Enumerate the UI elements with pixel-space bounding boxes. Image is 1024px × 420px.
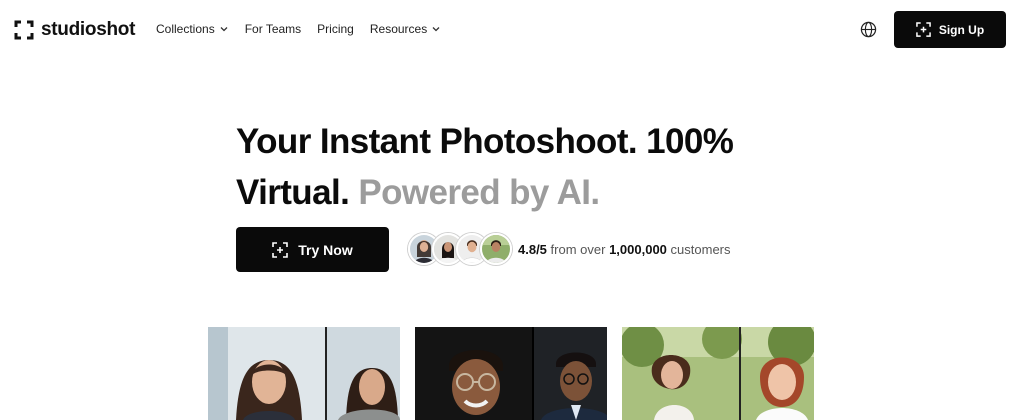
sign-up-label: Sign Up — [938, 22, 985, 37]
viewfinder-logo-icon — [14, 20, 34, 40]
nav-item-label: Collections — [156, 22, 215, 36]
customer-count: 1,000,000 — [609, 242, 667, 257]
rating-summary: 4.8/5 from over 1,000,000 customers — [518, 242, 731, 257]
headshot-example-card — [208, 327, 400, 420]
nav-item-label: For Teams — [244, 22, 302, 36]
brand-logo[interactable]: studioshot — [14, 19, 135, 41]
headline-secondary: Powered by AI. — [358, 173, 600, 212]
avatar — [480, 233, 512, 265]
hero-headline: Your Instant Photoshoot. 100% Virtual. P… — [236, 116, 796, 218]
nav-item-resources[interactable]: Resources — [370, 22, 441, 36]
brand-name: studioshot — [41, 19, 136, 40]
sign-up-button[interactable]: Sign Up — [894, 11, 1006, 48]
nav-item-label: Pricing — [317, 22, 354, 36]
viewfinder-plus-icon — [916, 22, 931, 37]
nav-item-pricing[interactable]: Pricing — [317, 22, 354, 36]
headshot-example-image — [622, 327, 814, 420]
globe-icon[interactable] — [860, 21, 877, 38]
top-navigation: studioshot Collections For Teams Pricing… — [0, 0, 1024, 60]
customer-avatars — [408, 233, 512, 265]
chevron-down-icon — [220, 27, 228, 32]
try-now-button[interactable]: Try Now — [236, 227, 389, 272]
viewfinder-plus-icon — [272, 241, 289, 258]
nav-links: Collections For Teams Pricing Resources — [156, 22, 441, 36]
rating-score: 4.8/5 — [518, 242, 547, 257]
headshot-example-image — [208, 327, 400, 420]
chevron-down-icon — [432, 27, 440, 32]
nav-item-label: Resources — [369, 22, 428, 36]
headshot-example-card — [622, 327, 814, 420]
try-now-label: Try Now — [298, 241, 353, 258]
headshot-example-image — [415, 327, 607, 420]
rating-text: from over — [550, 242, 606, 257]
rating-suffix: customers — [670, 242, 731, 257]
nav-item-for-teams[interactable]: For Teams — [245, 22, 301, 36]
nav-item-collections[interactable]: Collections — [156, 22, 229, 36]
headshot-example-card — [415, 327, 607, 420]
